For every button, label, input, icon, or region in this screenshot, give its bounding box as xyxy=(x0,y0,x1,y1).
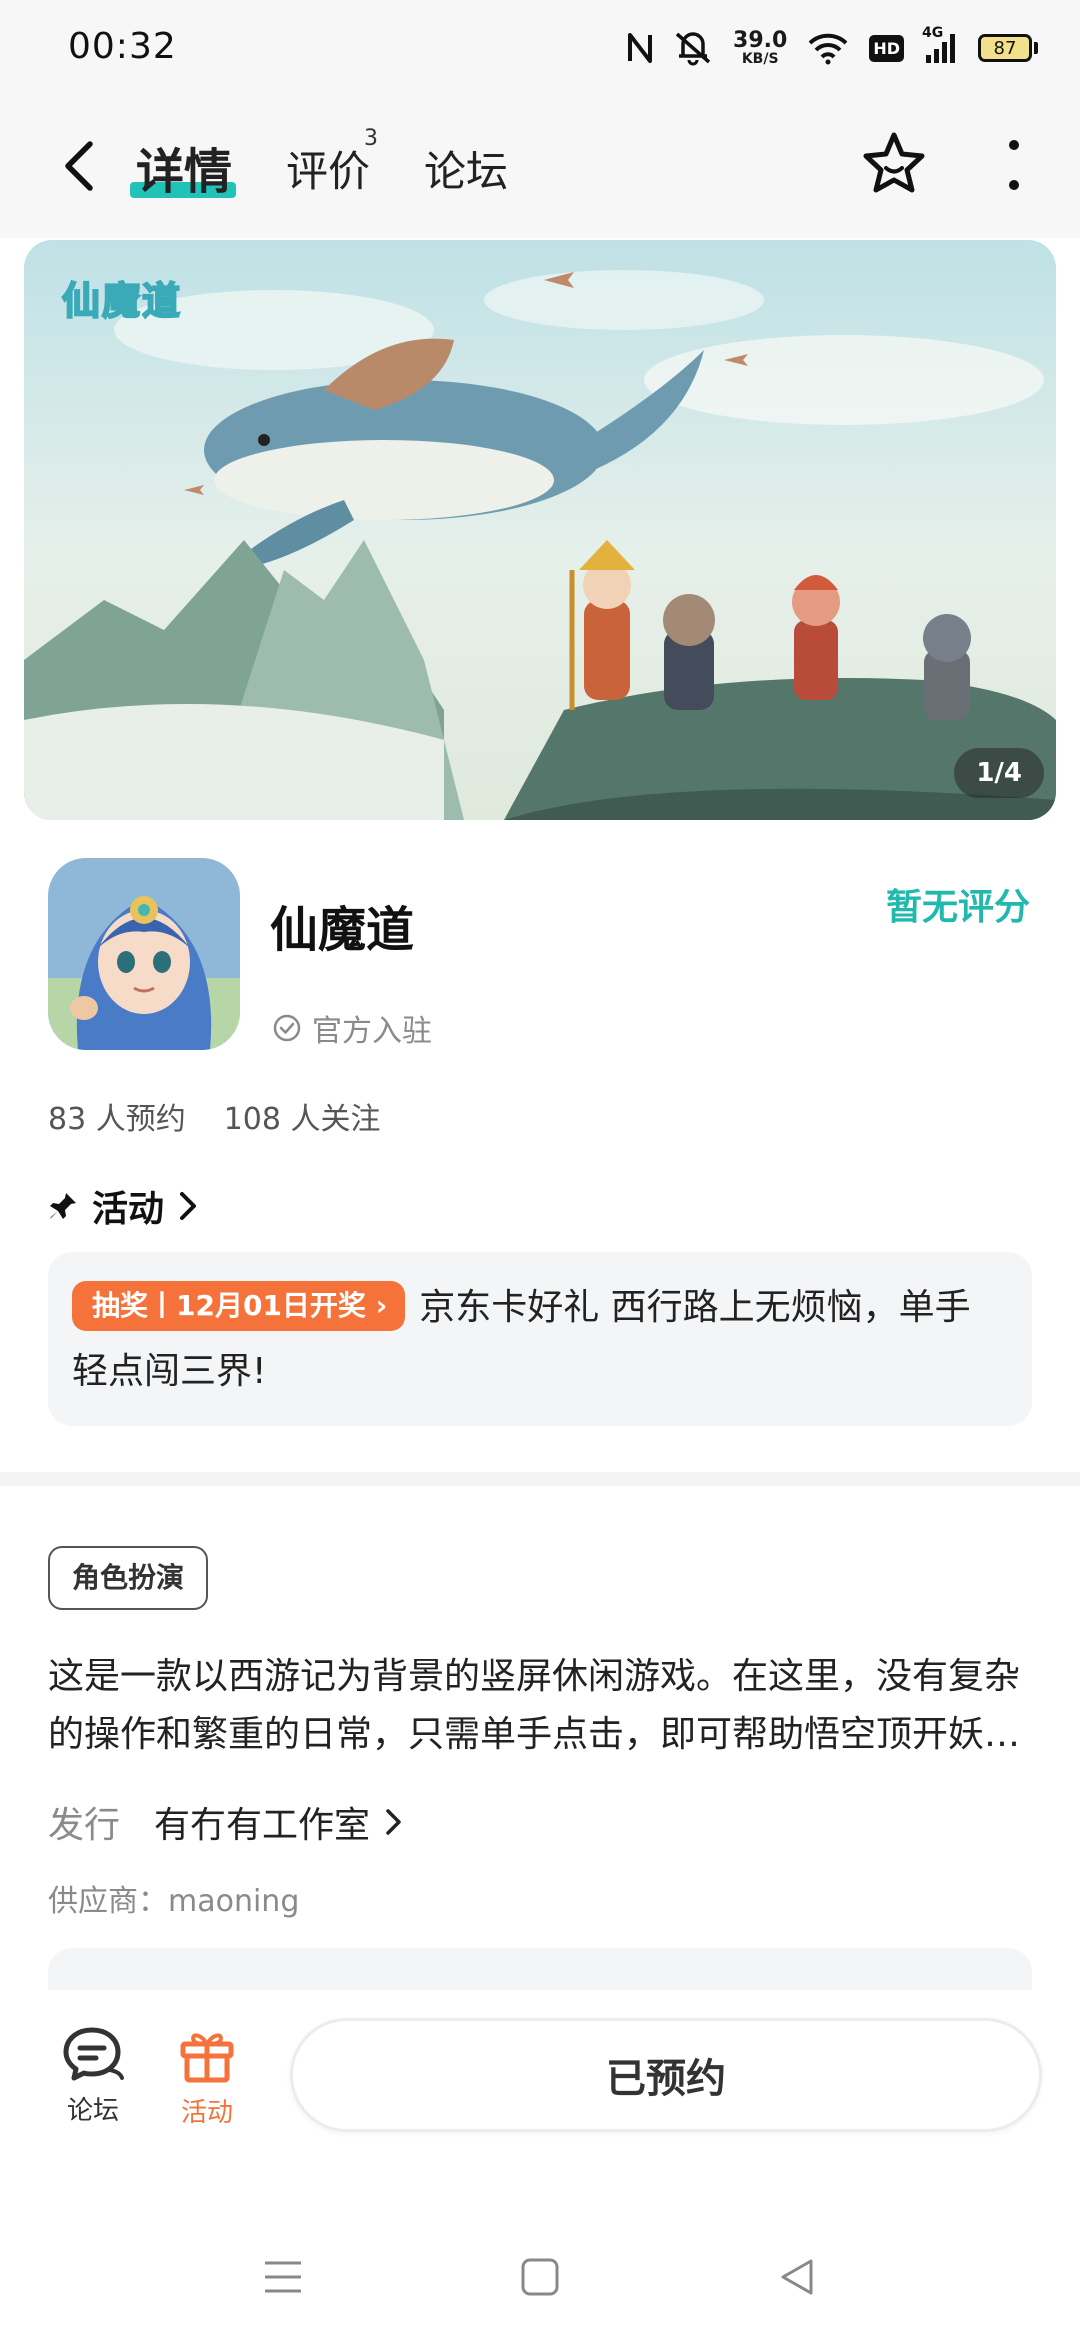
lottery-tag: 抽奖丨12月01日开奖 › xyxy=(72,1281,406,1331)
system-navigation-bar xyxy=(0,2160,1080,2340)
mute-icon xyxy=(673,30,713,66)
carousel-page-counter: 1/4 xyxy=(954,748,1044,798)
activity-card[interactable]: 抽奖丨12月01日开奖 › 京东卡好礼 西行路上无烦恼，单手轻点闯三界! xyxy=(48,1252,1032,1426)
activity-header-label: 活动 xyxy=(92,1189,165,1230)
forum-label: 论坛 xyxy=(66,2096,119,2126)
tab-reviews[interactable]: 评价 xyxy=(286,138,370,199)
forum-button[interactable]: 论坛 xyxy=(48,2026,138,2127)
triangle-back-icon xyxy=(781,2259,813,2295)
banner-illustration xyxy=(24,240,1056,820)
bottom-action-bar: 论坛 活动 已预约 xyxy=(0,1990,1080,2160)
menu-icon xyxy=(265,2261,301,2293)
back-arrow-icon xyxy=(65,141,93,191)
nfc-icon xyxy=(627,31,653,65)
tab-details[interactable]: 详情 xyxy=(136,132,232,202)
activity-button[interactable]: 活动 xyxy=(162,2026,252,2129)
tab-forum[interactable]: 论坛 xyxy=(424,138,508,199)
favorite-button[interactable] xyxy=(860,130,928,198)
hd-badge: HD xyxy=(869,34,904,62)
more-dot-icon xyxy=(1009,140,1019,150)
genre-tag[interactable]: 角色扮演 xyxy=(48,1546,209,1610)
activity-section-header[interactable]: 活动 xyxy=(48,1180,198,1232)
follower-count: 108 人关注 xyxy=(223,1102,381,1137)
status-icons: 39.0 KB/S HD 4G 87 xyxy=(627,24,1038,72)
activity-label: 活动 xyxy=(180,2098,233,2128)
system-back-button[interactable] xyxy=(772,2252,822,2302)
reserved-button[interactable]: 已预约 xyxy=(290,2018,1042,2132)
wifi-icon xyxy=(807,31,849,65)
publisher-name: 有冇有工作室 xyxy=(154,1805,371,1846)
screenshot-carousel[interactable]: 仙魔道 1/4 xyxy=(24,240,1056,820)
supplier-text: 供应商：maoning xyxy=(48,1884,300,1919)
banner-game-logo: 仙魔道 xyxy=(61,278,183,324)
app-stats: 83 人预约 108 人关注 xyxy=(48,1094,381,1138)
signal-icon: 4G xyxy=(922,25,958,65)
more-dot-icon xyxy=(1009,180,1019,190)
game-description[interactable]: 这是一款以西游记为背景的竖屏休闲游戏。在这里，没有复杂的操作和繁重的日常，只需单… xyxy=(48,1648,1038,1764)
check-circle-icon xyxy=(273,1014,301,1042)
star-icon xyxy=(863,132,925,193)
chat-icon xyxy=(63,2027,124,2081)
back-button[interactable] xyxy=(56,136,104,196)
recent-apps-button[interactable] xyxy=(258,2252,308,2302)
square-icon xyxy=(521,2258,559,2296)
section-divider xyxy=(0,1472,1080,1486)
battery-icon: 87 xyxy=(978,34,1038,62)
app-icon xyxy=(48,858,240,1050)
publisher-label: 发行 xyxy=(48,1805,121,1846)
more-options-button[interactable] xyxy=(1004,140,1024,190)
chevron-right-icon xyxy=(180,1192,197,1220)
chevron-right-icon xyxy=(386,1809,401,1835)
status-bar: 00:32 39.0 KB/S HD 4G 87 xyxy=(0,0,1080,96)
official-badge: 官方入驻 xyxy=(272,1006,432,1050)
gift-icon xyxy=(180,2033,234,2083)
publisher-row[interactable]: 发行 有冇有工作室 xyxy=(48,1796,406,1848)
net-speed: 39.0 KB/S xyxy=(733,28,788,67)
rating-text: 暂无评分 xyxy=(885,887,1030,928)
app-name: 仙魔道 xyxy=(270,902,415,958)
chevron-right-icon: › xyxy=(375,1289,388,1322)
pin-icon xyxy=(50,1193,76,1219)
official-label: 官方入驻 xyxy=(312,1014,432,1049)
reservation-count: 83 人预约 xyxy=(48,1102,186,1137)
home-button[interactable] xyxy=(515,2252,565,2302)
status-time: 00:32 xyxy=(68,26,177,67)
top-nav-bar: 详情 评价 3 论坛 xyxy=(0,96,1080,238)
reviews-count-badge: 3 xyxy=(364,126,378,151)
